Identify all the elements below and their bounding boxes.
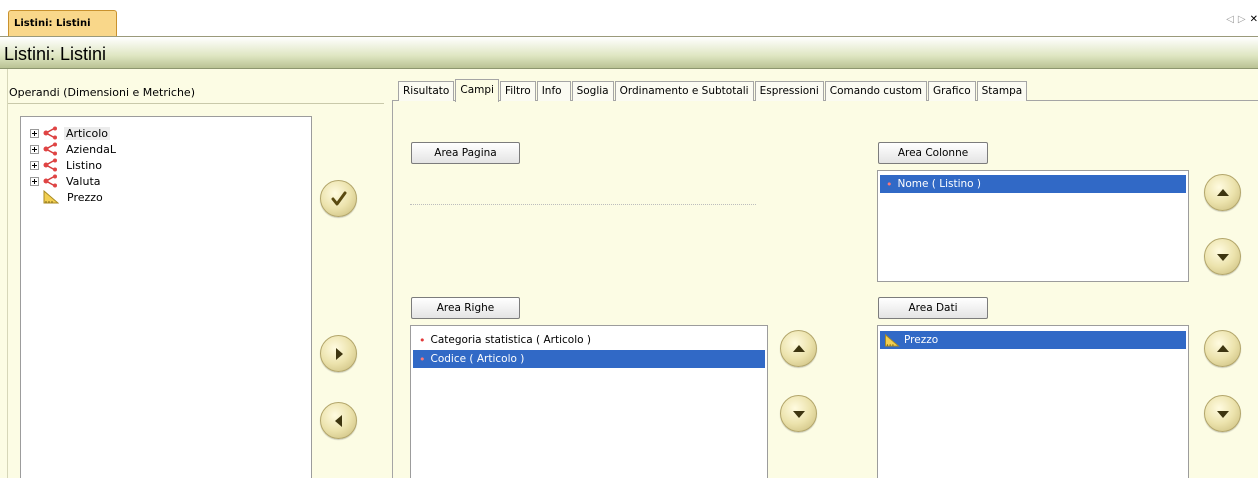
area-pagina-dropzone[interactable] xyxy=(410,204,756,205)
close-icon[interactable]: ✕ xyxy=(1250,14,1258,25)
list-item-categoria-statistica[interactable]: • Categoria statistica ( Articolo ) xyxy=(413,331,765,349)
field-bullet-icon: • xyxy=(419,333,426,347)
expand-icon[interactable] xyxy=(30,160,39,170)
tab-grafico[interactable]: Grafico xyxy=(927,81,976,101)
tree-item-label: AziendaL xyxy=(66,142,116,156)
tab-bar: Risultato Campi Filtro Info Soglia Ordin… xyxy=(398,78,1028,102)
tree-item-label: Prezzo xyxy=(67,190,103,204)
area-dati-list[interactable]: Prezzo xyxy=(877,325,1189,478)
metric-ruler-icon xyxy=(885,333,900,347)
dimension-icon xyxy=(43,142,57,156)
tree-item-label: Listino xyxy=(66,158,102,172)
tab-comando-custom[interactable]: Comando custom xyxy=(824,81,927,101)
page-title: Listini: Listini xyxy=(4,44,107,64)
tree-item-valuta[interactable]: Valuta xyxy=(30,173,103,189)
dati-move-down-button[interactable] xyxy=(1204,395,1241,432)
scroll-left-icon[interactable]: ◁ xyxy=(1226,14,1238,25)
list-item-label: Prezzo xyxy=(904,334,939,346)
document-tab-listini[interactable]: Listini: Listini xyxy=(8,10,117,36)
divider xyxy=(8,103,384,104)
tab-ordinamento-subtotali[interactable]: Ordinamento e Subtotali xyxy=(614,81,754,101)
tab-risultato[interactable]: Risultato xyxy=(398,81,455,101)
list-item-label: Codice ( Articolo ) xyxy=(430,353,525,365)
title-bar: Listini: Listini xyxy=(0,36,1258,69)
tab-soglia[interactable]: Soglia xyxy=(571,81,614,101)
left-gutter xyxy=(0,69,8,478)
expand-icon[interactable] xyxy=(30,144,39,154)
list-item-nome-listino[interactable]: • Nome ( Listino ) xyxy=(880,175,1186,193)
list-item-prezzo[interactable]: Prezzo xyxy=(880,331,1186,349)
add-field-button[interactable] xyxy=(320,335,357,372)
arrow-left-icon xyxy=(334,414,342,427)
area-colonne-list[interactable]: • Nome ( Listino ) xyxy=(877,170,1189,282)
tabstrip-nav: ◁▷✕ xyxy=(1226,14,1258,25)
tab-info[interactable]: Info xyxy=(536,81,571,101)
tree-item-articolo[interactable]: Articolo xyxy=(30,125,110,141)
tree-item-listino[interactable]: Listino xyxy=(30,157,104,173)
arrow-down-icon xyxy=(792,410,805,418)
arrow-up-icon xyxy=(1216,188,1229,196)
list-item-label: Nome ( Listino ) xyxy=(897,178,982,190)
arrow-down-icon xyxy=(1216,253,1229,261)
tree-item-label: Articolo xyxy=(64,126,110,140)
tab-stampa[interactable]: Stampa xyxy=(976,81,1028,101)
tab-campi[interactable]: Campi xyxy=(455,79,499,102)
document-tabstrip: Listini: Listini ◁▷✕ xyxy=(0,0,1258,36)
arrow-down-icon xyxy=(1216,410,1229,418)
checkmark-icon xyxy=(331,191,346,205)
operandi-tree[interactable]: Articolo AziendaL Listino Valuta Prezzo xyxy=(20,116,312,478)
area-pagina-button[interactable]: Area Pagina xyxy=(411,142,520,164)
list-item-codice-articolo[interactable]: • Codice ( Articolo ) xyxy=(413,350,765,368)
metric-ruler-icon xyxy=(43,190,59,204)
area-righe-list[interactable]: • Categoria statistica ( Articolo ) • Codi… xyxy=(410,325,768,478)
tree-item-aziendal[interactable]: AziendaL xyxy=(30,141,118,157)
remove-field-button[interactable] xyxy=(320,402,357,439)
field-bullet-icon: • xyxy=(886,177,893,191)
dimension-icon xyxy=(43,174,57,188)
colonne-move-up-button[interactable] xyxy=(1204,174,1241,211)
area-dati-button[interactable]: Area Dati xyxy=(878,297,988,319)
field-bullet-icon: • xyxy=(419,352,426,366)
dimension-icon xyxy=(43,158,57,172)
tab-filtro[interactable]: Filtro xyxy=(499,81,536,101)
expand-icon[interactable] xyxy=(30,176,39,186)
arrow-up-icon xyxy=(792,344,805,352)
dimension-icon xyxy=(43,126,57,140)
colonne-move-down-button[interactable] xyxy=(1204,238,1241,275)
area-righe-button[interactable]: Area Righe xyxy=(411,297,520,319)
operandi-heading: Operandi (Dimensioni e Metriche) xyxy=(9,86,195,99)
expand-icon[interactable] xyxy=(30,128,39,138)
tab-espressioni[interactable]: Espressioni xyxy=(754,81,824,101)
scroll-right-icon[interactable]: ▷ xyxy=(1238,14,1250,25)
arrow-right-icon xyxy=(335,347,343,360)
dati-move-up-button[interactable] xyxy=(1204,330,1241,367)
arrow-up-icon xyxy=(1216,344,1229,352)
area-colonne-button[interactable]: Area Colonne xyxy=(878,142,988,164)
tree-item-prezzo[interactable]: Prezzo xyxy=(43,189,105,205)
confirm-button[interactable] xyxy=(320,180,357,217)
tree-item-label: Valuta xyxy=(66,174,101,188)
list-item-label: Categoria statistica ( Articolo ) xyxy=(430,334,591,346)
righe-move-down-button[interactable] xyxy=(780,395,817,432)
righe-move-up-button[interactable] xyxy=(780,330,817,367)
